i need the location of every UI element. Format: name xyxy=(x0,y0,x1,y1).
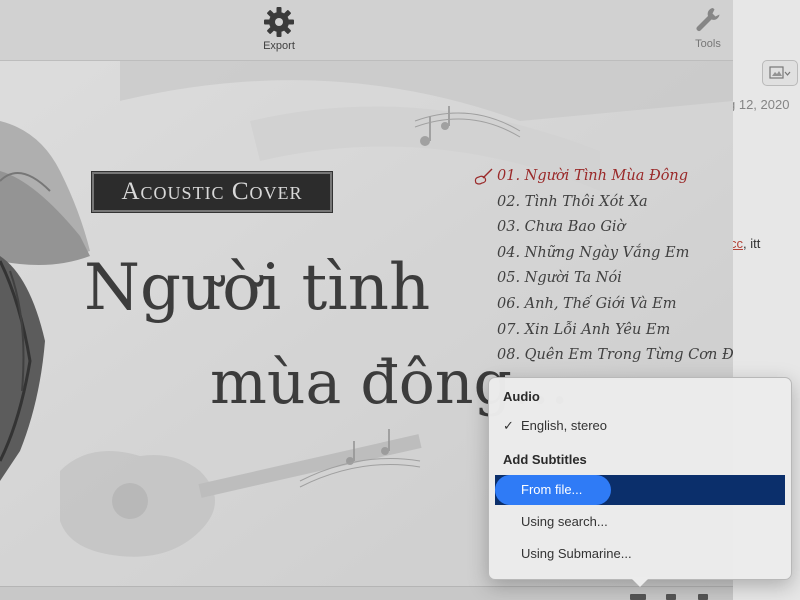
guitar-icon xyxy=(474,168,493,185)
gear-icon xyxy=(264,7,294,37)
tools-button[interactable]: Tools xyxy=(686,6,730,50)
bottom-control-icons xyxy=(630,594,720,600)
audio-subtitles-menu: Audio ✓ English, stereo Add Subtitles Fr… xyxy=(488,377,792,580)
album-title-line1: Người tình xyxy=(84,251,431,325)
track-item[interactable]: 08. Quên Em Trong Từng Cơn Đau xyxy=(497,343,733,369)
player-toolbar: Export Tools xyxy=(0,0,733,61)
checkmark-icon: ✓ xyxy=(503,418,514,433)
tools-label: Tools xyxy=(695,38,721,50)
player-controls-bar xyxy=(0,586,733,600)
subtitles-using-search[interactable]: Using search... xyxy=(495,507,785,537)
image-icon xyxy=(769,66,791,79)
fullscreen-icon[interactable] xyxy=(698,594,708,600)
audio-track-english-stereo[interactable]: ✓ English, stereo xyxy=(495,411,785,441)
track-list: 01. Người Tình Mùa Đông 02. Tình Thôi Xót… xyxy=(497,164,733,369)
document-text-fragment: cc, itt xyxy=(730,236,761,251)
menu-pointer-arrow xyxy=(630,577,650,587)
track-item[interactable]: 03. Chưa Bao Giờ xyxy=(497,215,733,241)
document-date-fragment: g 12, 2020 xyxy=(728,97,790,112)
airplay-icon[interactable] xyxy=(666,594,676,600)
subtitles-from-file[interactable]: From file... xyxy=(495,475,785,505)
export-button[interactable]: Export xyxy=(257,6,301,52)
audio-header: Audio xyxy=(503,389,540,404)
acoustic-cover-badge: Acoustic Cover xyxy=(92,172,332,212)
add-subtitles-header: Add Subtitles xyxy=(503,452,587,467)
subtitle-icon[interactable] xyxy=(630,594,646,600)
wrench-icon xyxy=(696,8,720,31)
subtitles-using-submarine[interactable]: Using Submarine... xyxy=(495,539,785,569)
track-item[interactable]: 05. Người Ta Nói xyxy=(497,266,733,292)
track-item[interactable]: 07. Xin Lỗi Anh Yêu Em xyxy=(497,318,733,344)
track-item[interactable]: 01. Người Tình Mùa Đông xyxy=(497,164,733,190)
export-label: Export xyxy=(263,40,295,52)
track-item[interactable]: 06. Anh, Thế Giới Và Em xyxy=(497,292,733,318)
track-item[interactable]: 04. Những Ngày Vắng Em xyxy=(497,241,733,267)
track-item[interactable]: 02. Tình Thôi Xót Xa xyxy=(497,190,733,216)
image-format-button[interactable] xyxy=(762,60,798,86)
